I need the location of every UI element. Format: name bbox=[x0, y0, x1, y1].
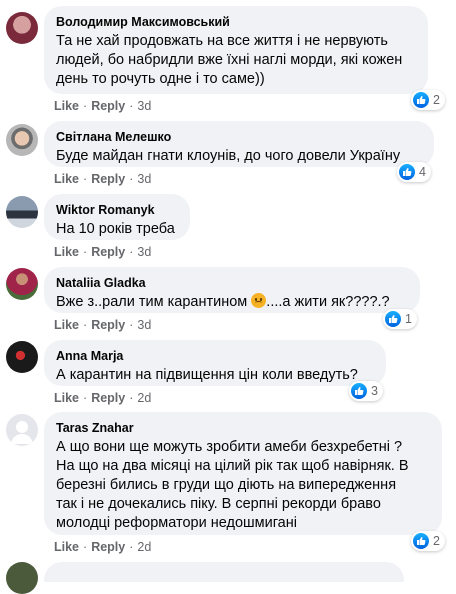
comment-bubble: Taras Znahar А що вони ще можуть зробити… bbox=[44, 412, 442, 535]
comment-bubble: Wiktor Romanyk На 10 років треба bbox=[44, 194, 190, 240]
separator: · bbox=[129, 245, 134, 259]
comment-actions: Like · Reply · 2d bbox=[54, 391, 151, 405]
comment-bubble: Світлана Мелешко Буде майдан гнати клоун… bbox=[44, 121, 434, 167]
comment-text-part: Вже з..рали тим карантином bbox=[56, 294, 252, 310]
reaction-count[interactable]: 2 bbox=[411, 90, 445, 110]
comment-author[interactable]: Володимир Максимовський bbox=[56, 14, 416, 30]
like-reaction-icon bbox=[413, 533, 429, 549]
separator: · bbox=[129, 540, 134, 554]
timestamp[interactable]: 3d bbox=[137, 245, 151, 259]
avatar[interactable] bbox=[6, 124, 38, 156]
comment-text: Вже з..рали тим карантином ....а жити як… bbox=[56, 293, 408, 312]
comment-bubble: Anna Marja А карантин на підвищення цін … bbox=[44, 340, 386, 386]
like-link[interactable]: Like bbox=[54, 318, 79, 332]
reaction-count[interactable]: 4 bbox=[397, 162, 431, 182]
comment-bubble: Володимир Максимовський Та не хай продов… bbox=[44, 6, 428, 94]
separator: · bbox=[83, 318, 88, 332]
comment-text: А що вони ще можуть зробити амеби безхре… bbox=[56, 439, 409, 531]
reply-link[interactable]: Reply bbox=[91, 172, 125, 186]
separator: · bbox=[83, 245, 88, 259]
separator: · bbox=[83, 540, 88, 554]
comment-author[interactable]: Anna Marja bbox=[56, 348, 374, 364]
reaction-count[interactable]: 2 bbox=[411, 531, 445, 551]
reply-link[interactable]: Reply bbox=[91, 540, 125, 554]
like-reaction-icon bbox=[385, 311, 401, 327]
reply-link[interactable]: Reply bbox=[91, 99, 125, 113]
reply-link[interactable]: Reply bbox=[91, 245, 125, 259]
default-avatar-icon bbox=[11, 421, 33, 444]
comment-bubble bbox=[44, 562, 404, 582]
reaction-count[interactable]: 3 bbox=[349, 381, 383, 401]
comment-actions: Like · Reply · 3d bbox=[54, 172, 151, 186]
like-link[interactable]: Like bbox=[54, 99, 79, 113]
avatar[interactable] bbox=[6, 562, 38, 594]
comment-author[interactable]: Taras Znahar bbox=[56, 420, 430, 436]
timestamp[interactable]: 2d bbox=[137, 391, 151, 405]
timestamp[interactable]: 3d bbox=[137, 99, 151, 113]
reaction-count-text: 2 bbox=[433, 534, 440, 548]
comment-bubble: Nataliia Gladka Вже з..рали тим карантин… bbox=[44, 267, 420, 313]
comment-text: Та не хай продовжать на все життя і не н… bbox=[56, 33, 403, 87]
avatar[interactable] bbox=[6, 341, 38, 373]
comment-actions: Like · Reply · 2d bbox=[54, 540, 151, 554]
avatar[interactable] bbox=[6, 414, 38, 446]
comment-actions: Like · Reply · 3d bbox=[54, 99, 151, 113]
like-reaction-icon bbox=[413, 92, 429, 108]
separator: · bbox=[129, 172, 134, 186]
separator: · bbox=[129, 391, 134, 405]
comment-text: На 10 років треба bbox=[56, 221, 175, 237]
reaction-count[interactable]: 1 bbox=[383, 309, 417, 329]
comment-text-part: ....а жити як????.? bbox=[266, 294, 390, 310]
avatar[interactable] bbox=[6, 196, 38, 228]
comment-text: Буде майдан гнати клоунів, до чого довел… bbox=[56, 148, 401, 164]
timestamp[interactable]: 2d bbox=[137, 540, 151, 554]
reply-link[interactable]: Reply bbox=[91, 318, 125, 332]
separator: · bbox=[83, 172, 88, 186]
reaction-count-text: 2 bbox=[433, 93, 440, 107]
like-link[interactable]: Like bbox=[54, 391, 79, 405]
avatar[interactable] bbox=[6, 12, 38, 44]
separator: · bbox=[129, 99, 134, 113]
reaction-count-text: 3 bbox=[371, 384, 378, 398]
separator: · bbox=[83, 391, 88, 405]
like-link[interactable]: Like bbox=[54, 172, 79, 186]
like-reaction-icon bbox=[399, 164, 415, 180]
comment-text: А карантин на підвищення цін коли введут… bbox=[56, 367, 358, 383]
reaction-count-text: 1 bbox=[405, 312, 412, 326]
comment-actions: Like · Reply · 3d bbox=[54, 318, 151, 332]
timestamp[interactable]: 3d bbox=[137, 172, 151, 186]
avatar[interactable] bbox=[6, 268, 38, 300]
comment-actions: Like · Reply · 3d bbox=[54, 245, 151, 259]
comment-author[interactable]: Wiktor Romanyk bbox=[56, 202, 178, 218]
reply-link[interactable]: Reply bbox=[91, 391, 125, 405]
like-link[interactable]: Like bbox=[54, 245, 79, 259]
like-link[interactable]: Like bbox=[54, 540, 79, 554]
separator: · bbox=[129, 318, 134, 332]
timestamp[interactable]: 3d bbox=[137, 318, 151, 332]
comment-author[interactable]: Nataliia Gladka bbox=[56, 275, 408, 291]
confounded-face-icon bbox=[251, 293, 267, 308]
reaction-count-text: 4 bbox=[419, 165, 426, 179]
comment-author[interactable]: Світлана Мелешко bbox=[56, 129, 422, 145]
like-reaction-icon bbox=[351, 383, 367, 399]
separator: · bbox=[83, 99, 88, 113]
